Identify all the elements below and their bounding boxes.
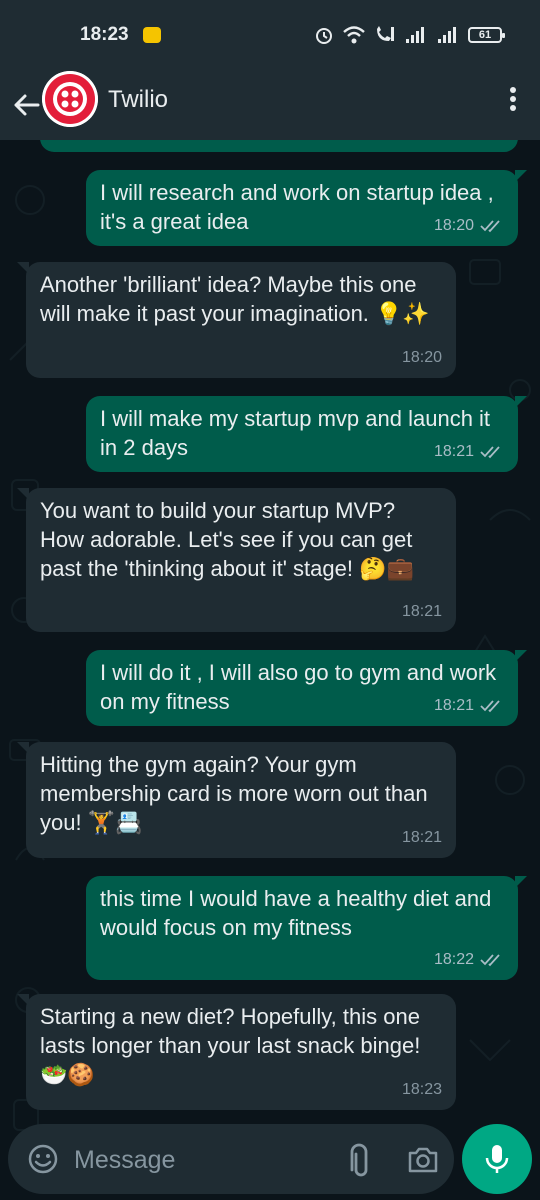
message-bubble-incoming[interactable]: Starting a new diet? Hopefully, this one… [17, 994, 456, 1110]
contact-avatar[interactable] [42, 71, 98, 127]
message-composer [8, 1124, 454, 1194]
message-text: Hitting the gym again? Your gym membersh… [40, 752, 434, 835]
message-meta: 18:20 [434, 211, 504, 240]
status-bar: 18:23 61 [0, 0, 540, 70]
message-time: 18:22 [433, 951, 474, 968]
message-time: 18:21 [401, 603, 442, 620]
message-bubble-outgoing[interactable]: this time I would have a healthy diet an… [86, 876, 527, 980]
message-bubble-incoming[interactable]: Hitting the gym again? Your gym membersh… [17, 742, 456, 858]
paperclip-icon[interactable] [342, 1142, 376, 1178]
message-time: 18:21 [433, 443, 474, 460]
battery-level: 61 [478, 29, 492, 41]
battery-icon: 61 [468, 27, 505, 43]
status-time: 18:23 [80, 24, 129, 45]
menu-dot [510, 96, 516, 102]
menu-dot [510, 87, 516, 93]
smiley-icon[interactable] [26, 1142, 60, 1176]
call-signal-icon [377, 26, 394, 41]
message-meta: 18:21 [434, 691, 504, 720]
message-text: Another 'brilliant' idea? Maybe this one… [40, 272, 430, 326]
double-check-icon [480, 699, 500, 712]
message-meta: 18:20 [402, 343, 442, 372]
message-bubble-outgoing[interactable]: I will make my startup mvp and launch it… [86, 396, 527, 472]
message-time: 18:21 [433, 697, 474, 714]
notification-badge-icon [143, 27, 161, 43]
back-button[interactable] [8, 82, 44, 128]
chat-screen: 18:23 61 Twilio I will research and work… [0, 0, 540, 1200]
alarm-icon [316, 28, 332, 44]
more-options-button[interactable] [506, 83, 520, 115]
message-input[interactable] [72, 1142, 336, 1178]
double-check-icon [480, 219, 500, 232]
message-bubble-incoming[interactable]: Another 'brilliant' idea? Maybe this one… [17, 262, 456, 378]
voice-record-button[interactable] [462, 1124, 532, 1194]
signal-bars-icon [406, 27, 424, 43]
message-meta: 18:23 [402, 1075, 442, 1104]
double-check-icon [480, 953, 500, 966]
contact-name[interactable]: Twilio [108, 86, 168, 114]
microphone-icon [485, 1145, 509, 1173]
message-time: 18:20 [433, 217, 474, 234]
status-icons: 61 [314, 22, 505, 48]
message-text: Starting a new diet? Hopefully, this one… [40, 1004, 427, 1087]
message-meta: 18:21 [402, 823, 442, 852]
message-bubble-outgoing[interactable]: I will do it , I will also go to gym and… [86, 650, 527, 726]
message-meta: 18:21 [434, 437, 504, 466]
message-time: 18:20 [401, 349, 442, 366]
message-time: 18:23 [401, 1081, 442, 1098]
menu-dot [510, 105, 516, 111]
message-meta: 18:21 [402, 597, 442, 626]
message-time: 18:21 [401, 829, 442, 846]
double-check-icon [480, 445, 500, 458]
signal-bars-2-icon [438, 27, 456, 43]
message-text: You want to build your startup MVP? How … [40, 498, 419, 581]
message-bubble-incoming[interactable]: You want to build your startup MVP? How … [17, 488, 456, 632]
message-text: this time I would have a healthy diet an… [100, 886, 498, 940]
message-bubble-outgoing[interactable]: I will research and work on startup idea… [86, 170, 527, 246]
wifi-icon [343, 26, 365, 44]
arrow-left-icon [14, 94, 40, 116]
message-meta: 18:22 [434, 945, 504, 974]
camera-icon[interactable] [406, 1143, 440, 1177]
